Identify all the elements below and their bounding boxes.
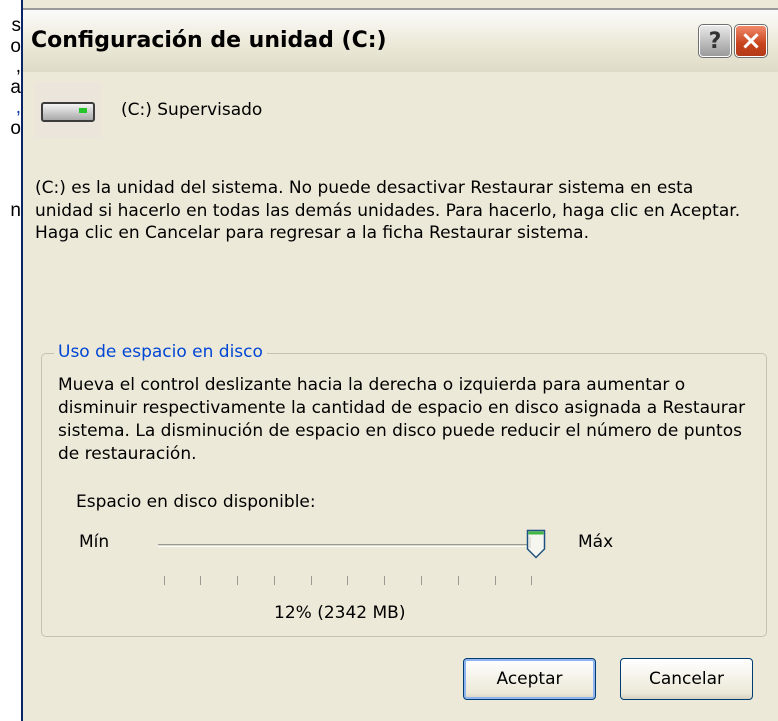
- background-text-line: n: [10, 200, 21, 221]
- background-text-line: ,: [15, 56, 21, 77]
- drive-label: (C:) Supervisado: [121, 100, 263, 120]
- title-bar[interactable]: Configuración de unidad (C:) ? ×: [23, 8, 778, 72]
- ok-button[interactable]: Aceptar: [463, 658, 596, 700]
- background-text-line: a: [10, 76, 21, 98]
- background-text-line: o: [10, 117, 21, 139]
- disk-usage-text: Mueva el control deslizante hacia la der…: [58, 375, 746, 464]
- available-space-label: Espacio en disco disponible:: [76, 492, 316, 512]
- help-icon: ?: [708, 28, 722, 54]
- background-text-line: ,: [15, 97, 21, 118]
- slider-thumb[interactable]: [526, 529, 546, 559]
- background-text-line: o: [10, 35, 21, 57]
- cancel-button[interactable]: Cancelar: [620, 658, 753, 700]
- close-icon: ×: [740, 26, 762, 56]
- disk-usage-groupbox: Uso de espacio en disco Mueva el control…: [41, 342, 767, 637]
- description-text: (C:) es la unidad del sistema. No puede …: [35, 178, 741, 243]
- dialog-title: Configuración de unidad (C:): [31, 28, 387, 53]
- background-page-text: s o , a , o n: [0, 15, 22, 222]
- close-button[interactable]: ×: [734, 24, 768, 58]
- background-text-line: s: [11, 15, 22, 36]
- groupbox-legend: Uso de espacio en disco: [54, 342, 267, 362]
- help-button[interactable]: ?: [698, 24, 732, 58]
- slider-ticks: [164, 576, 544, 586]
- hard-drive-icon: [35, 82, 101, 138]
- drive-settings-dialog: Configuración de unidad (C:) ? × (C:) Su…: [21, 0, 778, 721]
- disk-space-slider-track[interactable]: [158, 544, 540, 547]
- slider-max-label: Máx: [578, 532, 614, 552]
- slider-min-label: Mín: [79, 532, 110, 552]
- disk-space-value: 12% (2342 MB): [274, 603, 406, 623]
